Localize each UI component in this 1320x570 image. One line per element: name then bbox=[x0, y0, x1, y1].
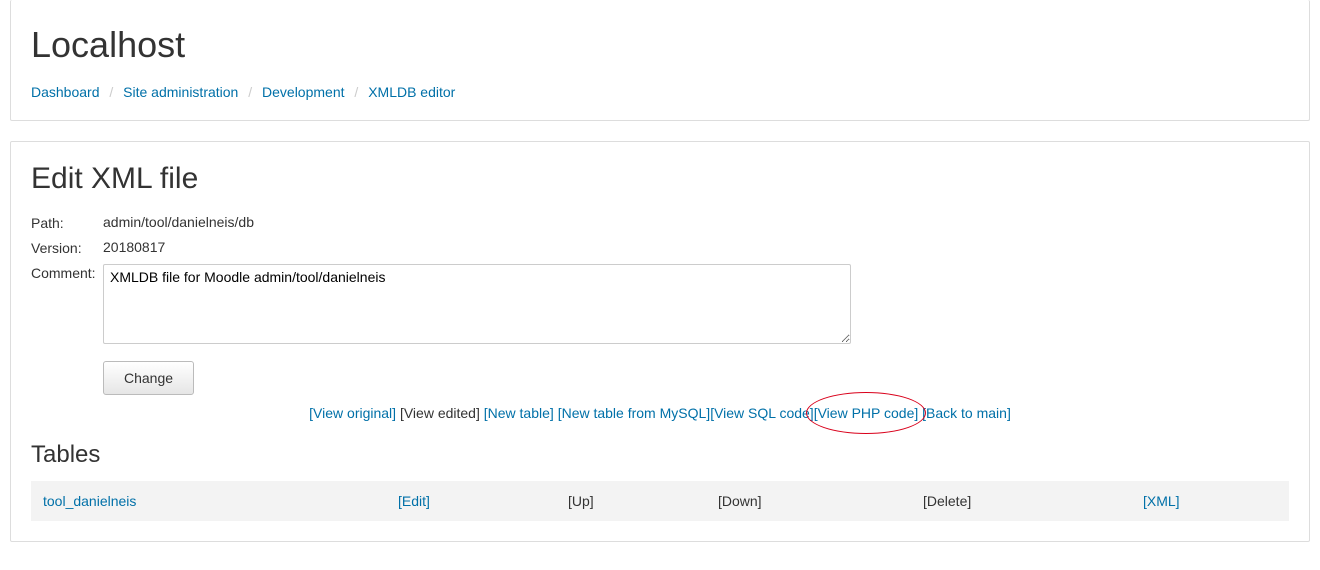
section-title: Edit XML file bbox=[31, 162, 1289, 196]
action-view-sql[interactable]: [View SQL code] bbox=[710, 405, 814, 421]
breadcrumb-site-admin[interactable]: Site administration bbox=[123, 84, 238, 100]
comment-textarea[interactable] bbox=[103, 264, 851, 344]
action-view-edited: [View edited] bbox=[400, 405, 480, 421]
row-version: Version: 20180817 bbox=[31, 239, 1289, 256]
breadcrumb-separator: / bbox=[242, 84, 258, 100]
tables-heading: Tables bbox=[31, 441, 1289, 469]
breadcrumb-xmldb-editor[interactable]: XMLDB editor bbox=[368, 84, 455, 100]
table-up-label: [Up] bbox=[568, 493, 594, 509]
action-new-table-mysql[interactable]: [New table from MySQL] bbox=[558, 405, 711, 421]
table-xml-link[interactable]: [XML] bbox=[1143, 493, 1180, 509]
action-links-row: [View original] [View edited] [New table… bbox=[31, 405, 1289, 421]
breadcrumb-separator: / bbox=[348, 84, 364, 100]
site-title: Localhost bbox=[31, 24, 1289, 66]
value-path: admin/tool/danielneis/db bbox=[103, 214, 1289, 230]
row-change: Change bbox=[31, 355, 1289, 395]
breadcrumb-dashboard[interactable]: Dashboard bbox=[31, 84, 100, 100]
table-delete-label: [Delete] bbox=[923, 493, 971, 509]
action-view-original[interactable]: [View original] bbox=[309, 405, 396, 421]
breadcrumb-separator: / bbox=[103, 84, 119, 100]
breadcrumb: Dashboard / Site administration / Develo… bbox=[31, 84, 1289, 100]
action-new-table[interactable]: [New table] bbox=[484, 405, 554, 421]
table-name-link[interactable]: tool_danielneis bbox=[43, 493, 136, 509]
table-edit-link[interactable]: [Edit] bbox=[398, 493, 430, 509]
breadcrumb-development[interactable]: Development bbox=[262, 84, 345, 100]
label-comment: Comment: bbox=[31, 264, 103, 281]
action-view-php[interactable]: [View PHP code] bbox=[814, 405, 919, 421]
label-version: Version: bbox=[31, 239, 103, 256]
row-comment: Comment: bbox=[31, 264, 1289, 347]
table-row: tool_danielneis [Edit] [Up] [Down] [Dele… bbox=[31, 481, 1289, 521]
label-path: Path: bbox=[31, 214, 103, 231]
table-down-label: [Down] bbox=[718, 493, 762, 509]
change-button[interactable]: Change bbox=[103, 361, 194, 395]
action-back-main[interactable]: [Back to main] bbox=[922, 405, 1011, 421]
header-panel: Localhost Dashboard / Site administratio… bbox=[10, 0, 1310, 121]
value-version: 20180817 bbox=[103, 239, 1289, 255]
row-path: Path: admin/tool/danielneis/db bbox=[31, 214, 1289, 231]
main-panel: Edit XML file Path: admin/tool/danielnei… bbox=[10, 141, 1310, 542]
